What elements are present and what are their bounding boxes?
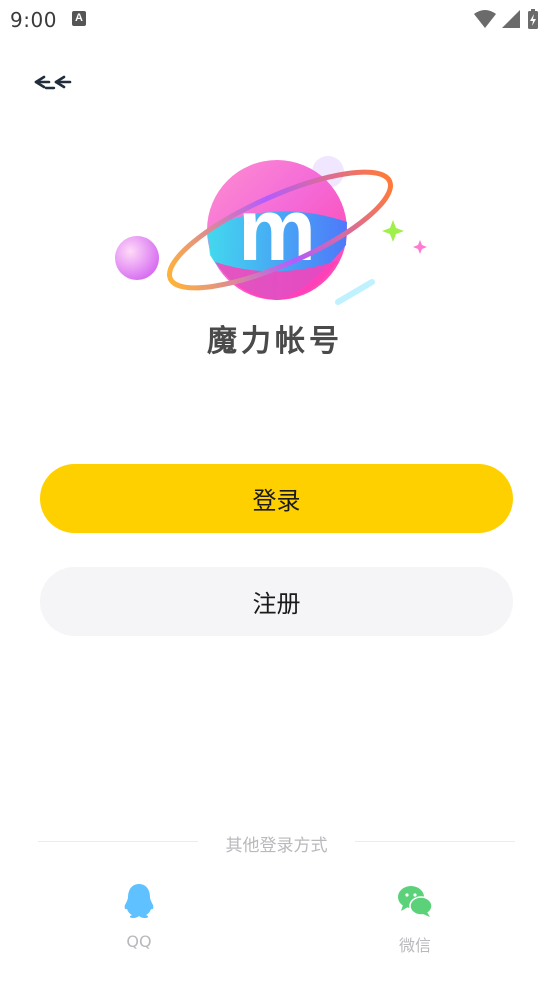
app-logo: m 魔力帐号 — [110, 150, 440, 360]
planet-logo-graphic: m — [115, 156, 427, 305]
other-login-section: 其他登录方式 — [0, 828, 553, 856]
wechat-label: 微信 — [398, 936, 431, 955]
status-time: 9:00 — [10, 8, 57, 32]
register-button[interactable]: 注册 — [40, 567, 513, 636]
status-bar: 9:00 A — [0, 0, 553, 38]
notification-letter: A — [75, 12, 83, 24]
login-button[interactable]: 登录 — [40, 464, 513, 533]
small-moon-shape — [115, 236, 159, 280]
battery-charging-icon — [528, 9, 538, 29]
back-button[interactable] — [30, 64, 78, 100]
brand-name: 魔力帐号 — [207, 324, 343, 359]
divider-right — [355, 841, 515, 842]
qq-icon — [124, 884, 154, 918]
wifi-icon — [474, 10, 496, 28]
signal-icon — [502, 10, 520, 28]
wechat-login-button[interactable]: 微信 — [375, 882, 455, 962]
back-arrow-icon — [34, 75, 72, 90]
wechat-icon — [398, 886, 433, 917]
other-login-label: 其他登录方式 — [225, 836, 328, 856]
status-icons — [473, 8, 545, 30]
notification-a-icon: A — [72, 11, 86, 26]
qq-login-button[interactable]: QQ — [99, 882, 179, 962]
qq-label: QQ — [126, 932, 152, 951]
